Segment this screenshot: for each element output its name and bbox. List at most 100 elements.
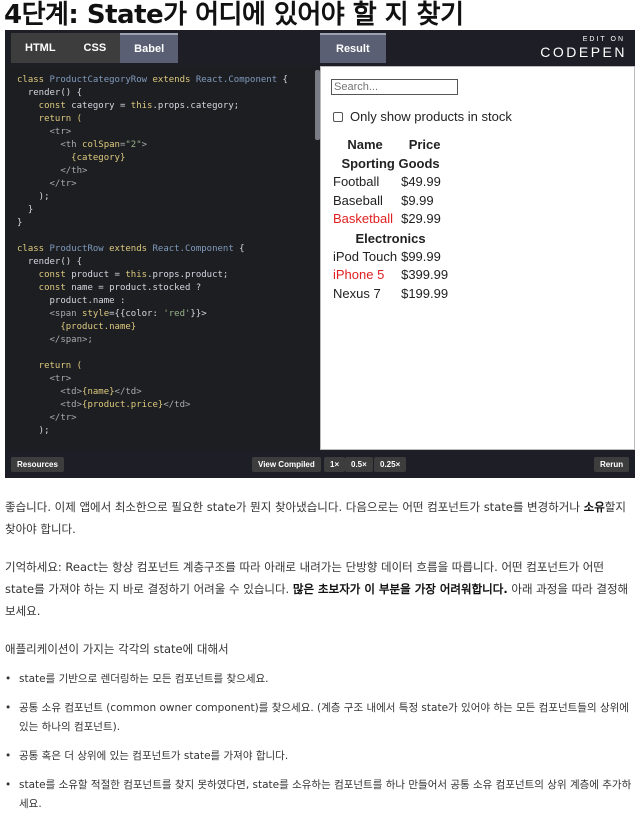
code-token: <td> bbox=[17, 387, 83, 397]
code-token: category = bbox=[71, 101, 131, 111]
table-row: Football $49.99 bbox=[331, 173, 450, 192]
code-line: } bbox=[17, 205, 34, 215]
product-name: Nexus 7 bbox=[333, 285, 381, 301]
list-item: state를 소유할 적절한 컴포넌트를 찾지 못하였다면, state를 소유… bbox=[5, 776, 635, 814]
code-token: "2" bbox=[125, 140, 142, 150]
product-name-out-of-stock: Basketball bbox=[333, 211, 393, 227]
code-token: > bbox=[141, 140, 148, 150]
code-token: extends bbox=[103, 244, 153, 254]
code-token: const bbox=[17, 270, 72, 280]
bold-text: 소유 bbox=[583, 500, 605, 514]
code-token: {name} bbox=[82, 387, 115, 397]
product-price: $199.99 bbox=[401, 285, 449, 301]
code-block: class ProductCategoryRow extends React.C… bbox=[5, 68, 315, 438]
table-row: iPod Touch $99.99 bbox=[331, 248, 450, 267]
category-label: Sporting Goods bbox=[341, 156, 440, 171]
product-name: iPod Touch bbox=[333, 248, 398, 264]
tab-result[interactable]: Result bbox=[320, 33, 386, 63]
code-token: {product.price} bbox=[82, 400, 164, 410]
table-row: Basketball $29.99 bbox=[331, 210, 450, 229]
search-input[interactable] bbox=[331, 79, 458, 95]
code-token: React.Component bbox=[195, 75, 278, 85]
paragraph: 애플리케이션이 가지는 각각의 state에 대해서 bbox=[5, 638, 635, 660]
code-token: </td> bbox=[163, 400, 191, 410]
paragraph: 좋습니다. 이제 앱에서 최소한으로 필요한 state가 뭔지 찾아냈습니다.… bbox=[5, 496, 635, 540]
code-line: {product.name} bbox=[17, 322, 137, 332]
code-token: { bbox=[277, 75, 288, 85]
code-token: { bbox=[233, 244, 245, 254]
codepen-header: HTML CSS Babel Result EDIT ON CODEPEN bbox=[5, 30, 635, 66]
bold-text: 많은 초보자가 이 부분을 가장 어려워합니다. bbox=[292, 582, 508, 596]
code-token: product = bbox=[71, 270, 126, 280]
page-title: 4단계: State가 어디에 있어야 할 지 찾기 bbox=[4, 0, 464, 30]
step-list: state를 기반으로 렌더링하는 모든 컴포넌트를 찾으세요. 공통 소유 컴… bbox=[5, 670, 635, 814]
code-token: colSpan bbox=[82, 140, 120, 150]
code-token: ProductRow bbox=[49, 244, 104, 254]
code-line: render() { bbox=[17, 88, 83, 98]
product-price: $9.99 bbox=[401, 192, 434, 208]
code-editor[interactable]: class ProductCategoryRow extends React.C… bbox=[5, 66, 315, 450]
header-name: Name bbox=[347, 137, 383, 152]
code-line: {category} bbox=[17, 153, 126, 163]
header-price: Price bbox=[408, 137, 441, 152]
code-token: const bbox=[17, 283, 72, 293]
code-token: this bbox=[125, 270, 148, 280]
code-token: class bbox=[17, 244, 50, 254]
product-name: Baseball bbox=[333, 192, 383, 208]
code-token: .props.product; bbox=[147, 270, 229, 280]
code-line: ); bbox=[17, 426, 50, 436]
code-line: <tr> bbox=[17, 374, 72, 384]
tab-css[interactable]: CSS bbox=[70, 33, 121, 63]
code-token: }}> bbox=[190, 309, 207, 319]
code-line: </tr> bbox=[17, 413, 77, 423]
product-price: $29.99 bbox=[401, 211, 441, 227]
zoom-1x-button[interactable]: 1× bbox=[324, 457, 346, 472]
code-line: </tr> bbox=[17, 179, 77, 189]
code-token: const bbox=[17, 101, 72, 111]
product-price: $399.99 bbox=[401, 267, 449, 283]
product-price: $49.99 bbox=[401, 174, 441, 189]
paragraph-text: 애플리케이션이 가지는 각각의 state에 대해서 bbox=[5, 642, 229, 656]
paragraph-text: 좋습니다. 이제 앱에서 최소한으로 필요한 state가 뭔지 찾아냈습니다.… bbox=[5, 500, 584, 514]
category-row: Electronics bbox=[331, 229, 450, 248]
result-pane: Only show products in stock Name Price S… bbox=[320, 66, 635, 450]
in-stock-checkbox[interactable] bbox=[333, 111, 343, 122]
code-line: </span>; bbox=[17, 335, 93, 345]
code-token: style bbox=[82, 309, 110, 319]
tab-html[interactable]: HTML bbox=[11, 33, 70, 63]
codepen-logo[interactable]: EDIT ON CODEPEN bbox=[540, 36, 627, 60]
brand-codepen: CODEPEN bbox=[540, 44, 627, 60]
code-line: return ( bbox=[17, 361, 83, 371]
code-token: <td> bbox=[17, 400, 83, 410]
code-line: return ( bbox=[17, 114, 83, 124]
zoom-025x-button[interactable]: 0.25× bbox=[374, 457, 407, 472]
code-token: 'red' bbox=[163, 309, 191, 319]
codepen-footer: Resources View Compiled 1× 0.5× 0.25× Re… bbox=[5, 450, 635, 478]
code-token: this bbox=[130, 101, 153, 111]
code-line: ); bbox=[17, 192, 50, 202]
table-row: Baseball $9.99 bbox=[331, 192, 450, 211]
paragraph: 기억하세요: React는 항상 컴포넌트 계층구조를 따라 아래로 내려가는 … bbox=[5, 556, 635, 622]
code-line: } bbox=[17, 218, 23, 228]
list-item: 공통 혹은 더 상위에 있는 컴포넌트가 state를 가져야 합니다. bbox=[5, 747, 635, 766]
code-token: ProductCategoryRow bbox=[49, 75, 148, 85]
code-token: extends bbox=[147, 75, 196, 85]
view-compiled-button[interactable]: View Compiled bbox=[252, 457, 321, 472]
stock-filter[interactable]: Only show products in stock bbox=[333, 109, 512, 124]
zoom-05x-button[interactable]: 0.5× bbox=[345, 457, 373, 472]
code-line: </th> bbox=[17, 166, 88, 176]
code-token: class bbox=[17, 75, 50, 85]
product-name-out-of-stock: iPhone 5 bbox=[333, 267, 385, 283]
code-token: </td> bbox=[114, 387, 142, 397]
tab-babel[interactable]: Babel bbox=[120, 33, 179, 63]
table-header-row: Name Price bbox=[331, 135, 450, 154]
product-price: $99.99 bbox=[401, 248, 441, 264]
resources-button[interactable]: Resources bbox=[11, 457, 64, 472]
code-token: name = product.stocked ? bbox=[71, 283, 202, 293]
rerun-button[interactable]: Rerun bbox=[594, 457, 630, 472]
brand-edit-on: EDIT ON bbox=[582, 36, 625, 43]
code-line: render() { bbox=[17, 257, 83, 267]
code-token: React.Component bbox=[152, 244, 234, 254]
codepen-embed: HTML CSS Babel Result EDIT ON CODEPEN cl… bbox=[5, 30, 635, 478]
category-row: Sporting Goods bbox=[331, 154, 450, 173]
